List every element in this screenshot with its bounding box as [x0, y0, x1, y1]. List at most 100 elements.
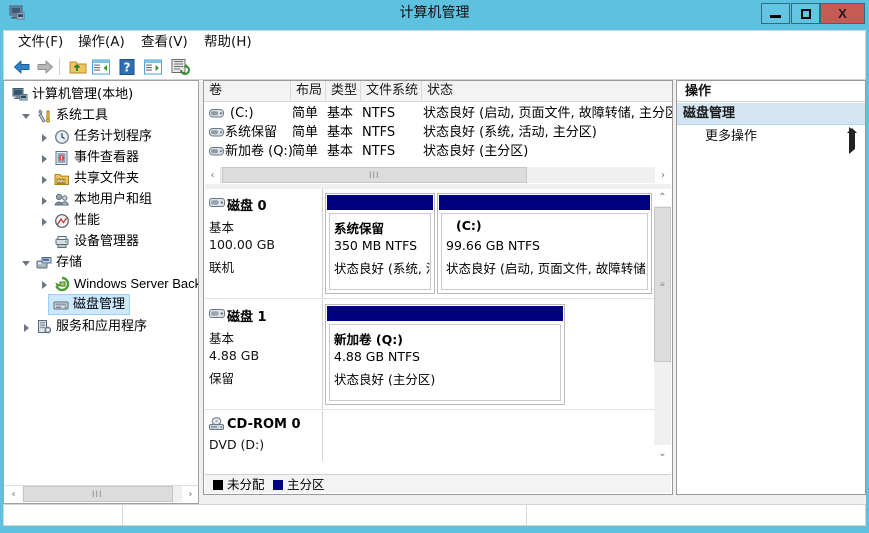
- tree-node-local-users-groups[interactable]: 本地用户和组: [8, 190, 152, 211]
- expander-right-icon[interactable]: [38, 190, 50, 211]
- table-row[interactable]: (C:) 简单 基本 NTFS 状态良好 (启动, 页面文件, 故障转储, 主分…: [204, 104, 672, 123]
- cell-type: 基本: [327, 106, 354, 121]
- maximize-button[interactable]: [791, 3, 820, 24]
- tree-node-windows-server-backup[interactable]: Windows Server Back: [8, 274, 199, 295]
- tree-node-device-manager[interactable]: 设备管理器: [8, 232, 139, 253]
- folder-up-icon[interactable]: [68, 57, 88, 77]
- tree-node-shared-folders[interactable]: 22 共享文件夹: [8, 169, 139, 190]
- tree-node-disk-management[interactable]: 磁盘管理: [48, 294, 131, 315]
- cell-volume: 系统保留: [225, 125, 278, 140]
- minimize-button[interactable]: [761, 3, 790, 24]
- tree-node-label: Windows Server Back: [74, 276, 199, 291]
- expander-right-icon[interactable]: [38, 127, 50, 148]
- tree-node-label: 磁盘管理: [73, 297, 126, 312]
- question-mark-icon[interactable]: ?: [117, 57, 137, 77]
- menu-help[interactable]: 帮助(H): [198, 31, 258, 53]
- performance-icon: [55, 214, 69, 228]
- actions-pane-title: 操作: [677, 81, 865, 102]
- scroll-right-button[interactable]: ›: [182, 486, 198, 502]
- legend-swatch-primary-partition: [273, 480, 283, 490]
- chevron-left-icon: ‹: [11, 488, 16, 500]
- grip-icon: III: [369, 170, 380, 180]
- disk-view-vertical-scrollbar[interactable]: ⌃ ≡ ⌄: [654, 189, 671, 462]
- menu-view[interactable]: 查看(V): [135, 31, 194, 53]
- partition-title: (C:): [456, 218, 482, 233]
- disk-row-1[interactable]: 磁盘 1 基本 4.88 GB 保留 新加卷 (Q:) 4.88 GB NTFS…: [205, 300, 654, 410]
- tree-node-label: 设备管理器: [74, 234, 140, 249]
- disk-info-1: 磁盘 1 基本 4.88 GB 保留: [205, 300, 323, 409]
- disk-type: 基本: [209, 220, 235, 235]
- expander-right-icon[interactable]: [38, 211, 50, 232]
- scroll-right-button[interactable]: ›: [655, 167, 671, 183]
- cell-filesystem: NTFS: [362, 144, 396, 159]
- tree-node-system-tools[interactable]: 系统工具: [8, 106, 108, 127]
- cell-status: 状态良好 (系统, 活动, 主分区): [423, 125, 597, 140]
- tree-node-label: 本地用户和组: [74, 192, 153, 207]
- menu-bar: 文件(F) 操作(A) 查看(V) 帮助(H): [3, 30, 866, 53]
- cell-filesystem: NTFS: [362, 125, 396, 140]
- tree-node-services-applications[interactable]: 服务和应用程序: [8, 317, 147, 338]
- backup-icon: [55, 276, 70, 292]
- table-row[interactable]: 新加卷 (Q:) 简单 基本 NTFS 状态良好 (主分区): [204, 142, 672, 161]
- expander-right-icon[interactable]: [38, 148, 50, 169]
- scroll-left-button[interactable]: ‹: [205, 167, 221, 183]
- partition-title: 系统保留: [334, 221, 385, 236]
- disk-row-0[interactable]: 磁盘 0 基本 100.00 GB 联机 系统保留 350 MB NTFS 状态…: [205, 189, 654, 299]
- expander-down-icon[interactable]: [20, 106, 32, 127]
- expander-right-icon[interactable]: [20, 317, 32, 338]
- storage-icon: [36, 257, 52, 269]
- column-header-filesystem[interactable]: 文件系统: [361, 81, 422, 101]
- menu-file[interactable]: 文件(F): [12, 31, 69, 53]
- column-header-volume[interactable]: 卷: [204, 81, 291, 101]
- actions-pane: 操作 磁盘管理 更多操作: [676, 80, 866, 495]
- scrollbar-thumb[interactable]: III: [23, 486, 173, 502]
- tree-node-performance[interactable]: 性能: [8, 211, 100, 232]
- scroll-up-button[interactable]: ⌃: [654, 189, 671, 206]
- refresh-icon[interactable]: [170, 57, 190, 77]
- legend-swatch-unallocated: [213, 480, 223, 490]
- tree-horizontal-scrollbar[interactable]: ‹ III ›: [5, 485, 198, 502]
- action-more-actions[interactable]: 更多操作: [677, 127, 865, 154]
- column-header-type[interactable]: 类型: [326, 81, 361, 101]
- close-button[interactable]: X: [820, 3, 865, 24]
- table-row[interactable]: 系统保留 简单 基本 NTFS 状态良好 (系统, 活动, 主分区): [204, 123, 672, 142]
- expander-right-icon[interactable]: [38, 274, 50, 295]
- partition-details: 新加卷 (Q:) 4.88 GB NTFS 状态良好 (主分区): [329, 324, 561, 401]
- tree-node-storage[interactable]: 存储: [8, 253, 82, 274]
- title-bar: 计算机管理 X: [0, 0, 869, 26]
- actions-group-disk-management[interactable]: 磁盘管理: [677, 103, 865, 133]
- clock-icon: [55, 130, 69, 144]
- column-header-status[interactable]: 状态: [422, 81, 672, 101]
- scrollbar-thumb[interactable]: ≡: [654, 207, 671, 362]
- partition-q-drive[interactable]: 新加卷 (Q:) 4.88 GB NTFS 状态良好 (主分区): [325, 304, 565, 405]
- scroll-down-button[interactable]: ⌄: [654, 445, 671, 462]
- volume-icon: [209, 109, 224, 118]
- tree-node-task-scheduler[interactable]: 任务计划程序: [8, 127, 152, 148]
- cell-status: 状态良好 (主分区): [423, 144, 529, 159]
- partition-c-drive[interactable]: (C:) 99.66 GB NTFS 状态良好 (启动, 页面文件, 故障转储,…: [437, 193, 652, 294]
- tree-node-event-viewer[interactable]: 事件查看器: [8, 148, 139, 169]
- column-header-layout[interactable]: 布局: [291, 81, 326, 101]
- tree-node-computer-management[interactable]: 计算机管理(本地): [8, 85, 133, 106]
- disk-type: DVD (D:): [209, 437, 265, 452]
- scrollbar-thumb[interactable]: III: [222, 167, 527, 183]
- tree-node-label: 性能: [74, 213, 101, 228]
- cell-layout: 简单: [292, 106, 319, 121]
- disk-management-icon: [53, 301, 69, 310]
- cell-layout: 简单: [292, 144, 319, 159]
- disk-info-0: 磁盘 0 基本 100.00 GB 联机: [205, 189, 323, 298]
- expander-down-icon[interactable]: [20, 253, 32, 274]
- volume-list-horizontal-scrollbar[interactable]: ‹ III ›: [205, 167, 671, 183]
- arrow-left-icon[interactable]: [12, 57, 32, 77]
- disk-name: CD-ROM 0: [227, 417, 301, 432]
- partition-system-reserved[interactable]: 系统保留 350 MB NTFS 状态良好 (系统, 活: [325, 193, 435, 294]
- scroll-left-button[interactable]: ‹: [5, 486, 22, 502]
- disk-icon: [209, 309, 225, 318]
- tree-pane-icon[interactable]: [91, 57, 111, 77]
- disk-row-cdrom[interactable]: CD-ROM 0 DVD (D:): [205, 411, 654, 461]
- svg-text:?: ?: [124, 61, 131, 75]
- action-pane-icon[interactable]: [143, 57, 163, 77]
- status-bar: [3, 504, 866, 526]
- menu-action[interactable]: 操作(A): [72, 31, 131, 53]
- expander-right-icon[interactable]: [38, 169, 50, 190]
